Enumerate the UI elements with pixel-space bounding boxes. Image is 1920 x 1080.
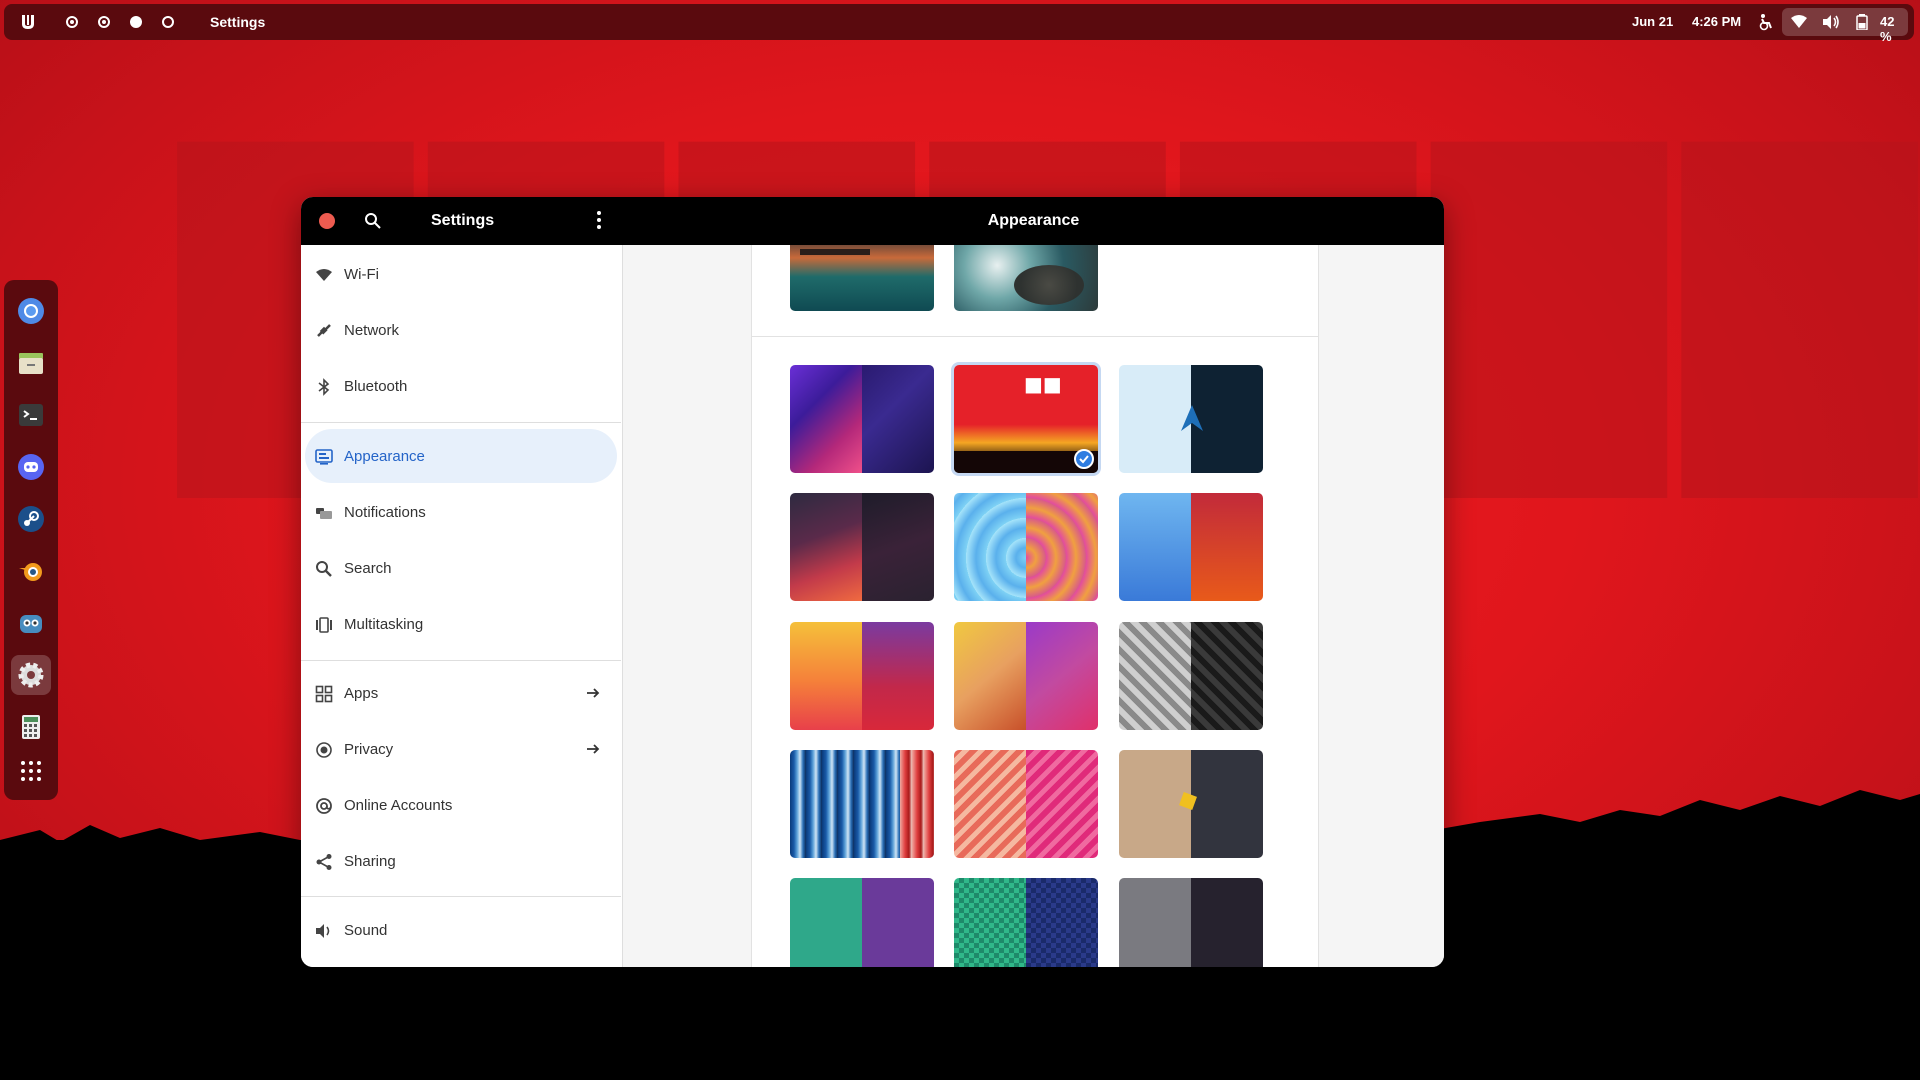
sidebar-item-apps[interactable]: Apps	[301, 668, 621, 720]
accessibility-icon[interactable]	[1756, 13, 1774, 31]
steam-icon[interactable]	[11, 499, 51, 539]
workspace-1-indicator[interactable]	[66, 16, 78, 28]
selected-checkmark-icon	[1074, 449, 1094, 469]
workspace-4-indicator[interactable]	[162, 16, 174, 28]
focused-app-name[interactable]: Settings	[210, 14, 265, 30]
system-status-menu[interactable]: 42 %	[1782, 8, 1908, 44]
sidebar-item-label: Notifications	[344, 504, 426, 521]
chromium-icon[interactable]	[11, 291, 51, 331]
wallpaper-thumbnail[interactable]	[790, 750, 934, 858]
sidebar-item-label: Search	[344, 560, 392, 577]
volume-icon	[1823, 15, 1839, 29]
godot-icon[interactable]	[11, 603, 51, 643]
wallpaper-thumbnail[interactable]	[790, 493, 934, 601]
dock	[4, 280, 58, 800]
battery-icon	[1856, 14, 1868, 30]
sidebar-item-label: Sharing	[344, 853, 396, 870]
wifi-status-icon	[1791, 15, 1807, 28]
wallpaper-thumbnail[interactable]	[790, 878, 934, 967]
settings-sidebar: Wi-Fi Network Bluetooth Appearance Notif…	[301, 245, 623, 967]
appearance-content: ■■	[623, 245, 1444, 967]
wallpaper-thumbnail[interactable]	[790, 622, 934, 730]
sidebar-separator	[301, 896, 621, 897]
wallpaper-thumbnail[interactable]	[790, 365, 934, 473]
sidebar-item-label: Apps	[344, 685, 379, 702]
wallpaper-thumbnail-selected[interactable]: ■■	[954, 365, 1098, 473]
sidebar-item-label: Sound	[344, 922, 388, 939]
app-grid-icon[interactable]	[11, 751, 51, 791]
wallpaper-thumbnail[interactable]	[1119, 493, 1263, 601]
network-icon	[317, 324, 331, 337]
sidebar-item-label: Appearance	[344, 448, 425, 465]
date-label[interactable]: Jun 21	[1632, 14, 1673, 29]
sidebar-item-bluetooth[interactable]: Bluetooth	[301, 361, 621, 413]
top-bar: Settings Jun 21 4:26 PM 42 %	[4, 4, 1914, 44]
appearance-icon	[315, 449, 333, 465]
wallpaper-thumbnail[interactable]	[1119, 750, 1263, 858]
sidebar-item-label: Bluetooth	[344, 378, 408, 395]
apps-icon	[315, 685, 333, 703]
window-titlebar[interactable]: Settings Appearance	[301, 197, 1444, 245]
sharing-icon	[316, 854, 332, 870]
page-title: Appearance	[987, 212, 1080, 229]
background-panel: ■■	[751, 245, 1319, 967]
wallpaper-thumbnail[interactable]	[1119, 622, 1263, 730]
arrow-right-icon	[587, 744, 600, 754]
privacy-icon	[316, 742, 332, 758]
sidebar-item-wifi[interactable]: Wi-Fi	[301, 249, 621, 301]
online-accounts-icon	[316, 798, 332, 814]
sidebar-separator	[301, 660, 621, 661]
distro-logo-icon[interactable]	[18, 12, 38, 32]
multitasking-icon	[316, 617, 332, 633]
sidebar-item-multitasking[interactable]: Multitasking	[301, 599, 621, 651]
sidebar-item-label: Privacy	[344, 741, 394, 758]
sidebar-item-privacy[interactable]: Privacy	[301, 724, 621, 776]
sidebar-item-label: Network	[344, 322, 400, 339]
workspace-2-indicator[interactable]	[98, 16, 110, 28]
sidebar-item-appearance[interactable]: Appearance	[301, 429, 621, 483]
bluetooth-icon	[318, 378, 330, 396]
sidebar-item-label: Online Accounts	[344, 797, 453, 814]
clock-label[interactable]: 4:26 PM	[1692, 14, 1741, 29]
sound-icon	[316, 924, 330, 938]
wallpaper-thumbnail[interactable]	[1119, 878, 1263, 967]
sidebar-item-label: Wi-Fi	[344, 266, 379, 283]
sidebar-item-sound[interactable]: Sound	[301, 905, 621, 957]
discord-icon[interactable]	[11, 447, 51, 487]
sidebar-item-label: Multitasking	[344, 616, 424, 633]
settings-window: Settings Appearance Wi-Fi Network Blueto…	[301, 197, 1444, 967]
sidebar-item-network[interactable]: Network	[301, 305, 621, 357]
battery-percentage: 42 %	[1880, 14, 1895, 44]
wallpaper-thumbnail[interactable]	[954, 245, 1098, 311]
panel-separator	[752, 336, 1318, 337]
terminal-icon[interactable]	[11, 395, 51, 435]
wallpaper-thumbnail[interactable]	[1119, 365, 1263, 473]
sidebar-item-notifications[interactable]: Notifications	[301, 487, 621, 539]
sidebar-item-sharing[interactable]: Sharing	[301, 836, 621, 888]
settings-icon[interactable]	[11, 655, 51, 695]
arrow-right-icon	[587, 688, 600, 698]
calculator-icon[interactable]	[11, 707, 51, 747]
wifi-icon	[316, 269, 332, 281]
wallpaper-thumbnail[interactable]	[954, 750, 1098, 858]
wallpaper-thumbnail[interactable]	[954, 493, 1098, 601]
sidebar-item-search[interactable]: Search	[301, 543, 621, 595]
wallpaper-thumbnail[interactable]	[954, 878, 1098, 967]
notifications-icon	[316, 508, 332, 519]
wallpaper-thumbnail[interactable]	[790, 245, 934, 311]
search-icon	[316, 561, 332, 577]
sidebar-separator	[301, 422, 621, 423]
sidebar-item-online-accounts[interactable]: Online Accounts	[301, 780, 621, 832]
workspace-3-indicator[interactable]	[130, 16, 142, 28]
blender-icon[interactable]	[11, 551, 51, 591]
files-icon[interactable]	[11, 343, 51, 383]
wallpaper-thumbnail[interactable]	[954, 622, 1098, 730]
